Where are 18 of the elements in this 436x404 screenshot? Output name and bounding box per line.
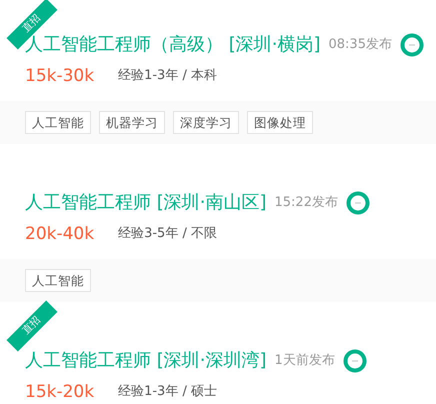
- skill-tag: 深度学习: [173, 111, 239, 134]
- salary-range: 20k-40k: [25, 223, 94, 245]
- requirements-text: 经验3-5年 / 不限: [118, 225, 217, 244]
- salary-range: 15k-20k: [25, 381, 94, 403]
- post-time: 15:22发布: [274, 194, 338, 212]
- chat-icon[interactable]: [400, 33, 424, 57]
- requirements-text: 经验1-3年 / 硕士: [118, 383, 217, 402]
- post-time: 1天前发布: [274, 352, 335, 370]
- salary-range: 15k-30k: [25, 65, 94, 87]
- skill-tag: 图像处理: [247, 111, 313, 134]
- chat-icon[interactable]: [342, 349, 367, 373]
- post-time: 08:35发布: [328, 36, 392, 54]
- skill-tag: 人工智能: [25, 269, 91, 292]
- chat-icon[interactable]: [346, 191, 370, 215]
- skill-tag: 机器学习: [99, 111, 165, 134]
- skill-tag: 人工智能: [25, 111, 91, 134]
- job-title-link[interactable]: 人工智能工程师 [深圳·南山区]: [25, 190, 266, 216]
- requirements-text: 经验1-3年 / 本科: [118, 67, 217, 86]
